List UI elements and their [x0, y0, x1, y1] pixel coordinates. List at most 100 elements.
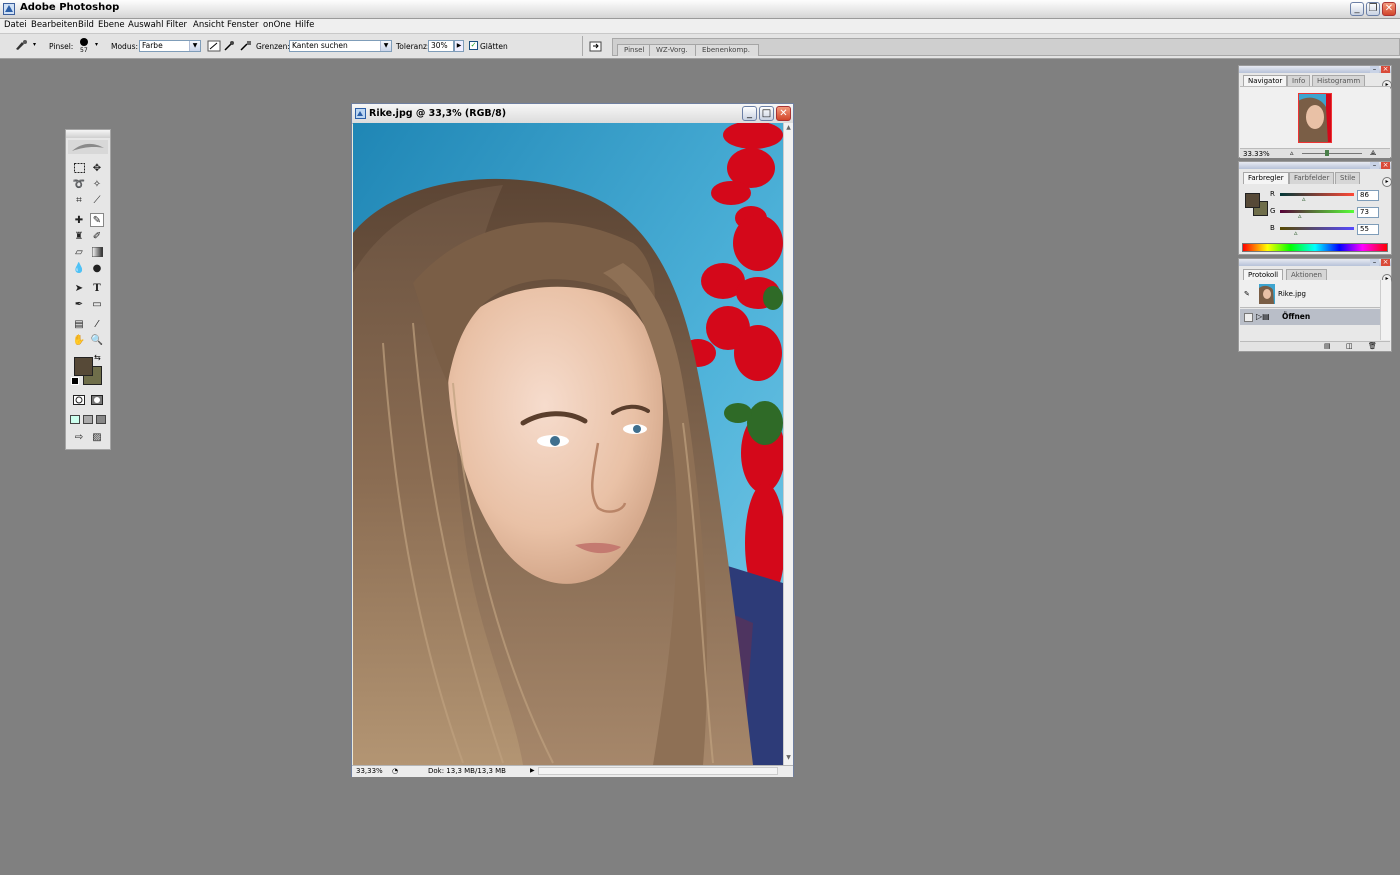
menu-onone[interactable]: onOne: [263, 20, 291, 30]
navigator-thumbnail[interactable]: [1298, 93, 1332, 143]
menu-ebene[interactable]: Ebene: [98, 20, 125, 30]
tab-farbregler[interactable]: Farbregler: [1243, 172, 1289, 184]
g-slider-thumb-icon[interactable]: ▵: [1298, 212, 1302, 220]
well-tab-ebenenkomp[interactable]: Ebenenkomp.: [695, 44, 759, 56]
quick-mask-mode-icon[interactable]: [90, 393, 104, 407]
toolbox-grip[interactable]: [66, 130, 110, 138]
menu-ansicht[interactable]: Ansicht: [193, 20, 224, 30]
standard-mode-icon[interactable]: [72, 393, 86, 407]
color-replacement-tool-icon[interactable]: ✎: [90, 213, 104, 227]
menu-filter[interactable]: Filter: [166, 20, 187, 30]
restore-button[interactable]: ❐: [1366, 2, 1380, 16]
crop-tool-icon[interactable]: ⌗: [72, 193, 86, 207]
gradient-tool-icon[interactable]: [90, 245, 104, 259]
blur-tool-icon[interactable]: 💧: [72, 261, 86, 275]
zoom-slider[interactable]: [1302, 153, 1362, 154]
mode-select[interactable]: Farbe ▼: [139, 40, 201, 52]
marquee-tool-icon[interactable]: [72, 161, 86, 175]
g-input[interactable]: 73: [1357, 207, 1379, 218]
color-replacement-tool-icon[interactable]: [14, 39, 28, 51]
b-slider[interactable]: [1280, 227, 1354, 230]
color-palette-header[interactable]: – ×: [1239, 162, 1391, 169]
photo-canvas[interactable]: [353, 123, 783, 765]
sampling-background-icon[interactable]: [238, 40, 252, 52]
color-ramp[interactable]: [1242, 243, 1388, 252]
zoom-tool-icon[interactable]: 🔍: [90, 333, 104, 347]
document-close-button[interactable]: ✕: [776, 106, 791, 121]
r-slider-thumb-icon[interactable]: ▵: [1302, 195, 1306, 203]
hand-tool-icon[interactable]: ✋: [72, 333, 86, 347]
document-title-bar[interactable]: Rike.jpg @ 33,3% (RGB/8) _ □ ✕: [352, 104, 793, 124]
lasso-tool-icon[interactable]: ➰: [72, 177, 86, 191]
well-tab-pinsel[interactable]: Pinsel: [617, 44, 654, 56]
minimize-button[interactable]: _: [1350, 2, 1364, 16]
brush-picker-arrow-icon[interactable]: ▾: [95, 41, 98, 48]
palette-minimize-icon[interactable]: –: [1370, 259, 1379, 266]
standard-screen-mode-icon[interactable]: [69, 412, 80, 426]
imageready-icon[interactable]: ▨: [90, 430, 104, 444]
full-screen-mode-icon[interactable]: [95, 412, 106, 426]
palette-close-icon[interactable]: ×: [1381, 162, 1390, 169]
document-minimize-button[interactable]: _: [742, 106, 757, 121]
slice-tool-icon[interactable]: ⟋: [90, 193, 104, 207]
zoom-readout[interactable]: 33,33%: [356, 767, 383, 775]
b-slider-thumb-icon[interactable]: ▵: [1294, 229, 1298, 237]
menu-datei[interactable]: Datei: [4, 20, 27, 30]
status-info-icon[interactable]: ◔: [392, 767, 398, 775]
status-menu-arrow-icon[interactable]: ▶: [530, 767, 535, 774]
dodge-tool-icon[interactable]: ●: [90, 261, 104, 275]
menu-bearbeiten[interactable]: Bearbeiten: [31, 20, 78, 30]
vertical-scrollbar[interactable]: ▲ ▼: [783, 123, 793, 765]
history-source-icon[interactable]: ✎: [1244, 290, 1250, 298]
tolerance-input[interactable]: 30%: [428, 40, 454, 52]
sampling-continuous-icon[interactable]: [207, 40, 221, 52]
new-snapshot-icon[interactable]: ◫: [1346, 342, 1353, 350]
eyedropper-tool-icon[interactable]: ⁄: [90, 317, 104, 331]
full-screen-menu-mode-icon[interactable]: [82, 412, 93, 426]
palette-minimize-icon[interactable]: –: [1370, 66, 1379, 73]
healing-brush-tool-icon[interactable]: ✚: [72, 213, 86, 227]
zoom-in-icon[interactable]: ⟁: [1370, 149, 1376, 158]
tolerance-slider-arrow-icon[interactable]: ▶: [454, 40, 464, 52]
pen-tool-icon[interactable]: ✒: [72, 297, 86, 311]
palette-menu-icon[interactable]: ▸: [1382, 177, 1392, 187]
navigator-palette-header[interactable]: – ×: [1239, 66, 1391, 73]
move-tool-icon[interactable]: ✥: [90, 161, 104, 175]
history-snapshot-row[interactable]: ✎ Rike.jpg: [1240, 280, 1380, 308]
document-maximize-button[interactable]: □: [759, 106, 774, 121]
swap-colors-icon[interactable]: ⇆: [94, 353, 101, 362]
menu-bild[interactable]: Bild: [78, 20, 94, 30]
type-tool-icon[interactable]: T: [90, 281, 104, 295]
scroll-down-icon[interactable]: ▼: [785, 754, 792, 762]
zoom-slider-thumb[interactable]: [1325, 150, 1329, 156]
tab-stile[interactable]: Stile: [1335, 172, 1361, 184]
notes-tool-icon[interactable]: ▤: [72, 317, 86, 331]
palette-minimize-icon[interactable]: –: [1370, 162, 1379, 169]
path-selection-tool-icon[interactable]: ➤: [72, 281, 86, 295]
well-tab-wz-vorg[interactable]: WZ-Vorg.: [649, 44, 697, 56]
history-step-row[interactable]: ▷▤ Öffnen: [1240, 309, 1380, 325]
menu-fenster[interactable]: Fenster: [227, 20, 259, 30]
zoom-out-icon[interactable]: ▵: [1290, 149, 1294, 157]
sampling-once-icon[interactable]: [222, 40, 236, 52]
scroll-up-icon[interactable]: ▲: [785, 124, 792, 132]
new-document-from-state-icon[interactable]: ▤: [1324, 342, 1331, 350]
eraser-tool-icon[interactable]: ▱: [72, 245, 86, 259]
r-slider[interactable]: [1280, 193, 1354, 196]
jump-to-imageready-icon[interactable]: ⇨: [72, 430, 86, 444]
color-panel-foreground-swatch[interactable]: [1245, 193, 1260, 208]
history-brush-tool-icon[interactable]: ✐: [90, 229, 104, 243]
trash-icon[interactable]: 🗑: [1368, 342, 1377, 350]
limits-select[interactable]: Kanten suchen ▼: [289, 40, 392, 52]
menu-auswahl[interactable]: Auswahl: [128, 20, 164, 30]
brush-preview-icon[interactable]: [80, 38, 88, 46]
magic-wand-tool-icon[interactable]: ✧: [90, 177, 104, 191]
history-step-checkbox[interactable]: [1244, 313, 1253, 322]
tool-preset-arrow-icon[interactable]: ▾: [33, 41, 36, 48]
foreground-color-swatch[interactable]: [74, 357, 93, 376]
clone-stamp-tool-icon[interactable]: ♜: [72, 229, 86, 243]
history-scrollbar[interactable]: [1380, 280, 1391, 340]
g-slider[interactable]: [1280, 210, 1354, 213]
default-colors-icon[interactable]: [71, 377, 79, 385]
b-input[interactable]: 55: [1357, 224, 1379, 235]
